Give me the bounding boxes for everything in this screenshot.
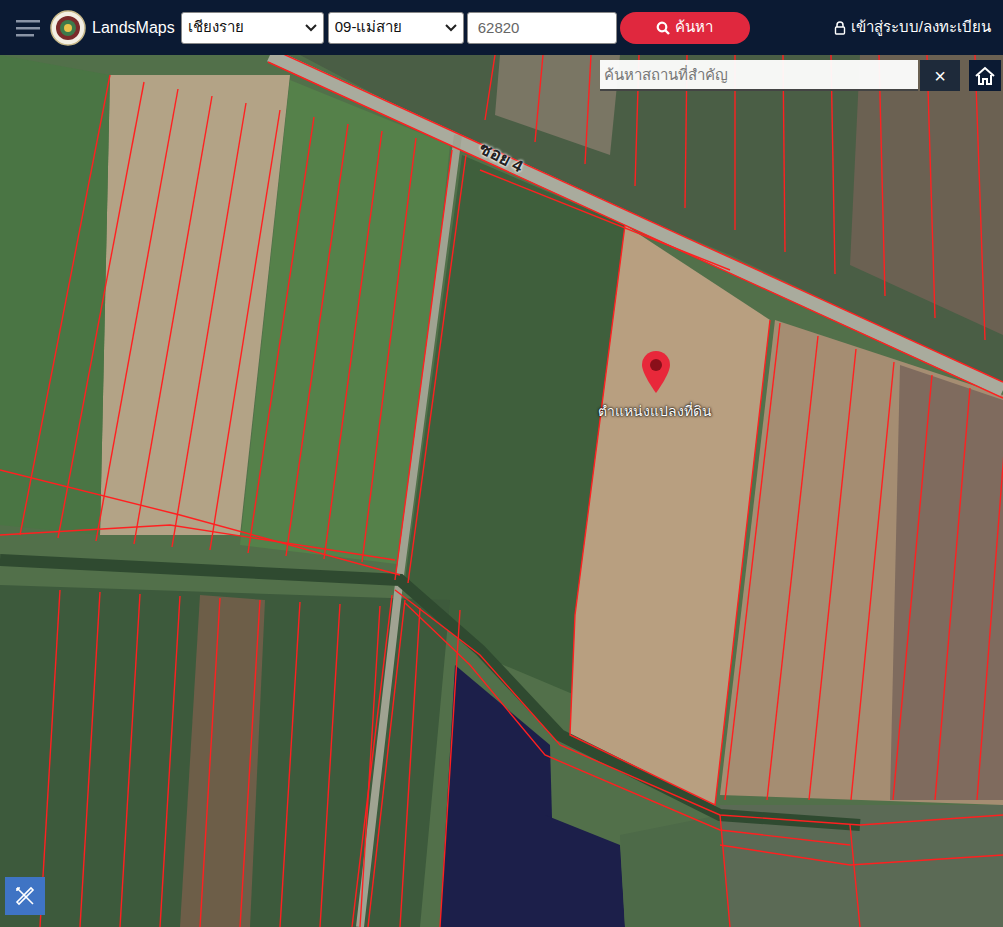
search-icon (656, 21, 670, 35)
search-button[interactable]: ค้นหา (620, 12, 750, 44)
map[interactable]: ซอย 4ตำแหน่งแปลงที่ดิน× (0, 55, 1003, 927)
place-search[interactable] (600, 60, 918, 91)
logo-text[interactable]: LandsMaps (92, 16, 175, 40)
lock-icon (834, 21, 846, 35)
pin-label: ตำแหน่งแปลงที่ดิน (590, 401, 720, 422)
home-icon (974, 66, 996, 86)
home-button[interactable] (969, 60, 1001, 91)
chevron-icon (445, 24, 457, 32)
close-button[interactable]: × (920, 60, 960, 91)
parcel-map[interactable] (0, 55, 1003, 927)
ruler-pencil-icon (13, 884, 37, 908)
menu-icon[interactable] (16, 18, 42, 38)
chevron-icon (305, 24, 317, 32)
top-bar: LandsMapsเชียงราย09-แม่สาย ค้นหา เข้าสู่ระ… (0, 0, 1003, 55)
pin-icon[interactable] (640, 350, 672, 394)
parcel-input[interactable] (467, 12, 617, 44)
province-select[interactable]: เชียงราย (181, 12, 324, 44)
login-link[interactable]: เข้าสู่ระบบ/ลงทะเบียน (834, 16, 991, 39)
measure-tool-button[interactable] (5, 877, 45, 915)
district-select[interactable]: 09-แม่สาย (328, 12, 464, 44)
logo-icon[interactable] (50, 10, 86, 46)
